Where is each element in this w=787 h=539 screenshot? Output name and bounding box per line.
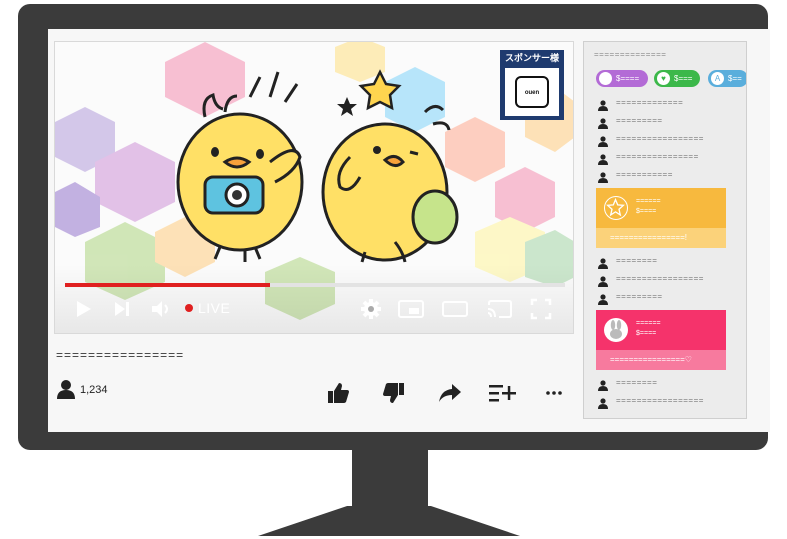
star-avatar-icon xyxy=(604,196,628,220)
chat-header: ============== xyxy=(594,50,667,59)
thumbs-up-icon[interactable] xyxy=(326,381,350,405)
stream-title: ================ xyxy=(56,348,185,362)
user-icon xyxy=(598,154,608,165)
chat-message-text: ================= xyxy=(616,396,704,405)
live-dot xyxy=(185,304,193,312)
user-icon xyxy=(598,398,608,409)
chat-message: ================= xyxy=(598,274,703,287)
chat-message-text: ======== xyxy=(616,256,658,265)
save-to-playlist-icon[interactable] xyxy=(488,381,518,405)
chat-message: ================ xyxy=(598,152,698,165)
chat-message-text: ========= xyxy=(616,116,663,125)
chat-message: ========= xyxy=(598,116,662,129)
theater-mode-icon[interactable] xyxy=(441,297,469,321)
chat-message-text: ============= xyxy=(616,98,684,107)
progress-bar[interactable] xyxy=(65,283,565,287)
person-icon xyxy=(57,380,75,399)
live-chat-panel: ============== ☺ $==== ♥ $=== A $== =======… xyxy=(583,41,747,419)
super-chat-card[interactable]: ====== $==== ================♡ xyxy=(596,310,726,370)
chat-message: ================= xyxy=(598,134,703,147)
super-chat-header: ====== $==== xyxy=(596,188,726,228)
user-icon xyxy=(598,100,608,111)
viewer-count: 1,234 xyxy=(56,379,108,401)
chat-message: ========= xyxy=(598,292,662,305)
user-icon xyxy=(598,136,608,147)
sponsor-logo: ouen xyxy=(515,76,549,108)
a-icon: A xyxy=(711,72,724,85)
chat-message: ================= xyxy=(598,396,703,409)
donation-badge-2[interactable]: ♥ $=== xyxy=(654,70,700,87)
user-icon xyxy=(598,294,608,305)
heart-icon: ♥ xyxy=(657,72,670,85)
viewer-count-value: 1,234 xyxy=(80,384,108,396)
cast-icon[interactable] xyxy=(485,297,513,321)
more-options-icon[interactable] xyxy=(544,381,564,405)
chat-message-text: ======== xyxy=(616,378,658,387)
chat-message-text: ========= xyxy=(616,292,663,301)
smile-icon: ☺ xyxy=(599,72,612,85)
live-indicator: LIVE xyxy=(185,300,230,316)
super-chat-name: ====== xyxy=(636,320,661,327)
rabbit-avatar-icon xyxy=(604,318,628,342)
thumbs-down-icon[interactable] xyxy=(382,381,406,405)
progress-fill xyxy=(65,283,270,287)
monitor-stand-neck xyxy=(352,448,428,516)
super-chat-amount: $==== xyxy=(636,330,657,337)
gear-icon[interactable] xyxy=(359,297,383,321)
user-icon xyxy=(598,118,608,129)
chat-message-text: ================ xyxy=(616,152,699,161)
chick-waving xyxy=(321,105,459,263)
sponsor-logo-frame: ouen xyxy=(505,68,559,116)
donation-badge-label: $== xyxy=(728,74,742,83)
donation-badge-1[interactable]: ☺ $==== xyxy=(596,70,648,87)
chat-message-text: ================= xyxy=(616,134,704,143)
miniplayer-icon[interactable] xyxy=(397,297,425,321)
user-icon xyxy=(598,276,608,287)
user-icon xyxy=(598,172,608,183)
fullscreen-icon[interactable] xyxy=(529,297,553,321)
user-icon xyxy=(598,258,608,269)
donation-badge-3[interactable]: A $== xyxy=(708,70,746,87)
user-icon xyxy=(598,380,608,391)
sponsor-header: スポンサー様 xyxy=(504,54,559,64)
live-label: LIVE xyxy=(198,300,231,316)
super-chat-name: ====== xyxy=(636,198,661,205)
chat-message-text: =========== xyxy=(616,170,673,179)
next-icon[interactable] xyxy=(111,297,133,321)
share-icon[interactable] xyxy=(438,381,462,405)
chat-message: ======== xyxy=(598,256,657,269)
sponsor-box: スポンサー様 ouen xyxy=(500,50,564,120)
super-chat-message: ================! xyxy=(596,228,726,248)
chat-message: ============= xyxy=(598,98,683,111)
donation-badge-label: $=== xyxy=(674,74,693,83)
monitor-stand-base xyxy=(258,506,520,536)
super-chat-message: ================♡ xyxy=(596,350,726,370)
volume-icon[interactable] xyxy=(149,297,173,321)
donation-badge-label: $==== xyxy=(616,74,640,83)
chat-message: ======== xyxy=(598,378,657,391)
chat-message: =========== xyxy=(598,170,672,183)
video-player[interactable]: スポンサー様 ouen LIVE xyxy=(54,41,574,334)
super-chat-card[interactable]: ====== $==== ================! xyxy=(596,188,726,248)
super-chat-header: ====== $==== xyxy=(596,310,726,350)
play-icon[interactable] xyxy=(73,297,95,321)
chat-message-text: ================= xyxy=(616,274,704,283)
super-chat-amount: $==== xyxy=(636,208,657,215)
